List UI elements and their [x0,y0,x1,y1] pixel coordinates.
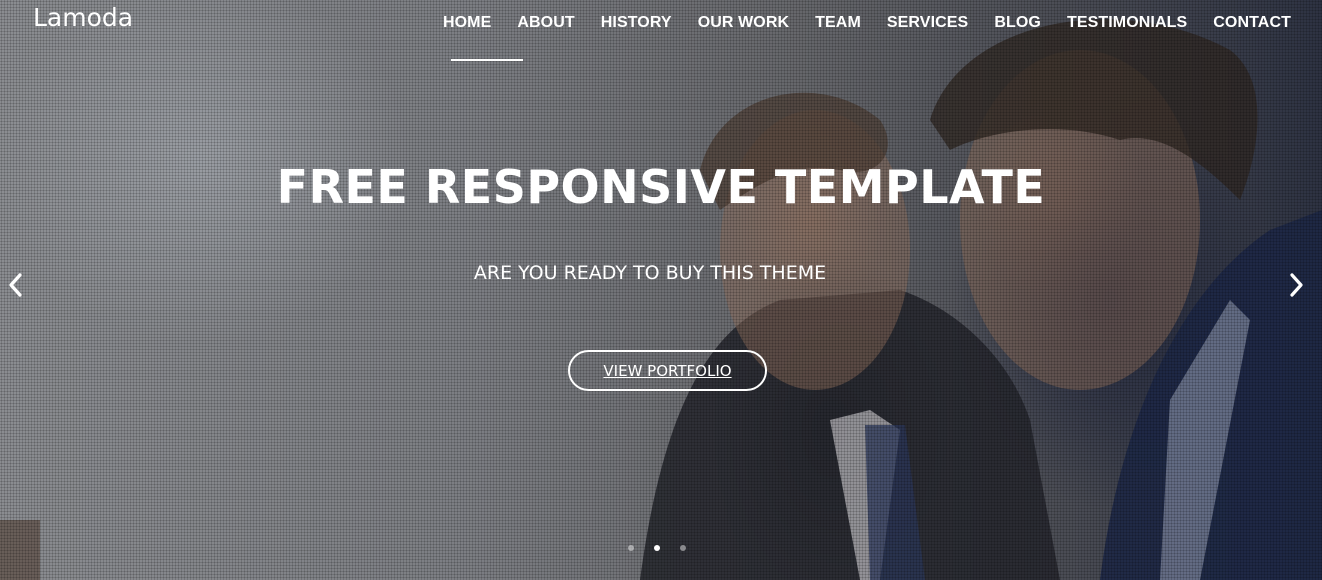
nav-link-team[interactable]: TEAM [815,12,861,34]
chevron-left-icon [9,273,22,297]
nav-item-home: HOME [443,12,491,34]
hero-slider: Lamoda HOME ABOUT HISTORY OUR WORK TEAM … [0,0,1322,580]
nav-item-our-work: OUR WORK [698,12,789,34]
nav-link-services[interactable]: SERVICES [887,12,968,34]
brand-logo[interactable]: Lamoda [33,3,133,32]
carousel-indicators [628,545,706,551]
nav-link-testimonials[interactable]: TESTIMONIALS [1067,12,1187,34]
hero-subtitle: ARE YOU READY TO BUY THIS THEME [473,262,827,284]
nav-item-contact: CONTACT [1213,12,1291,34]
carousel-next-button[interactable] [1284,270,1308,300]
view-portfolio-button[interactable]: VIEW PORTFOLIO [568,350,767,391]
top-navbar: Lamoda HOME ABOUT HISTORY OUR WORK TEAM … [0,0,1322,62]
nav-item-blog: BLOG [994,12,1041,34]
carousel-dot-2[interactable] [654,545,660,551]
carousel-dot-3[interactable] [680,545,686,551]
nav-item-history: HISTORY [601,12,672,34]
carousel-prev-button[interactable] [4,270,28,300]
hero-background-photo [0,19,1322,580]
nav-item-about: ABOUT [517,12,574,34]
nav-item-services: SERVICES [887,12,968,34]
chevron-right-icon [1290,273,1303,297]
nav-link-contact[interactable]: CONTACT [1213,12,1291,34]
main-nav: HOME ABOUT HISTORY OUR WORK TEAM SERVICE… [417,12,1291,34]
active-nav-indicator [451,59,523,61]
hero-title: FREE RESPONSIVE TEMPLATE [276,160,1046,214]
nav-link-home[interactable]: HOME [443,12,491,34]
nav-item-team: TEAM [815,12,861,34]
nav-link-about[interactable]: ABOUT [517,12,574,34]
nav-link-blog[interactable]: BLOG [994,12,1041,34]
nav-item-testimonials: TESTIMONIALS [1067,12,1187,34]
nav-link-our-work[interactable]: OUR WORK [698,12,789,34]
carousel-dot-1[interactable] [628,545,634,551]
nav-link-history[interactable]: HISTORY [601,12,672,34]
